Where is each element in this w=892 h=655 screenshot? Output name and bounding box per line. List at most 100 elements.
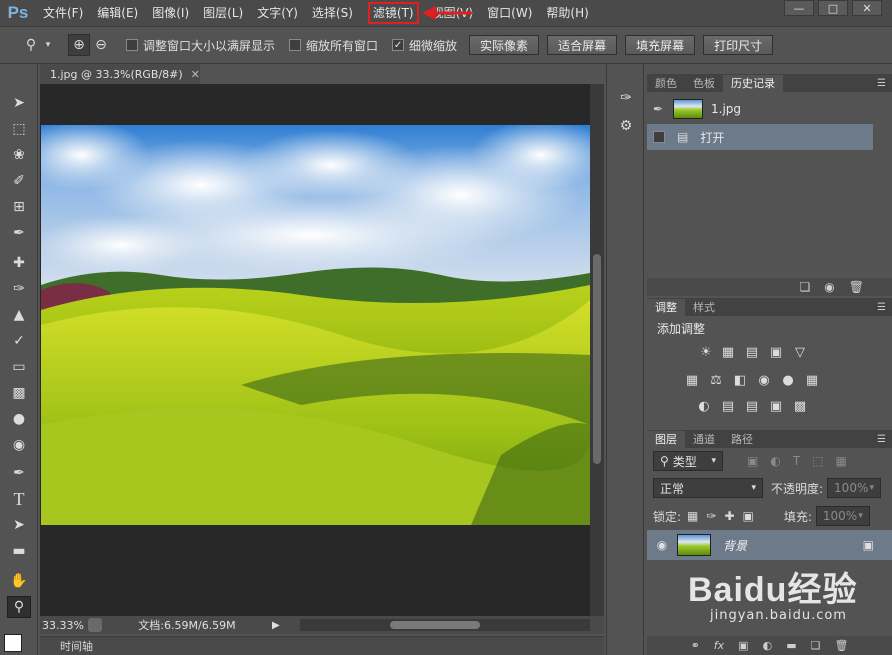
tab-history[interactable]: 历史记录 — [723, 75, 783, 92]
eraser-tool-icon[interactable]: ▭ — [7, 356, 31, 378]
mask-icon[interactable]: ▣ — [738, 639, 748, 652]
folder-icon[interactable]: ▬ — [786, 639, 796, 652]
history-snapshot[interactable]: ✒ 1.jpg — [647, 96, 873, 122]
invert-icon[interactable]: ◐ — [695, 398, 713, 414]
layer-row[interactable]: ◉ 背景 ▣ — [647, 530, 892, 560]
zoom-all-checkbox[interactable]: 缩放所有窗口 — [289, 37, 378, 54]
color-balance-icon[interactable]: ⚖ — [707, 372, 725, 388]
fill-screen-button[interactable]: 填充屏幕 — [625, 35, 696, 55]
zoom-in-icon[interactable]: ⊕ — [68, 34, 90, 56]
exposure-icon[interactable]: ▣ — [767, 344, 785, 360]
curves-icon[interactable]: ▤ — [743, 344, 761, 360]
type-tool-icon[interactable]: T — [7, 488, 31, 510]
zoom-tool-icon[interactable]: ⚲ — [7, 596, 31, 618]
chevron-down-icon[interactable]: ▾ — [42, 34, 54, 56]
panel-menu-icon[interactable]: ☰ — [877, 299, 892, 316]
brush-source-icon[interactable]: ✒ — [653, 102, 673, 116]
lasso-tool-icon[interactable]: ❀ — [7, 144, 31, 166]
photo-filter-icon[interactable]: ◉ — [755, 372, 773, 388]
lock-position-icon[interactable]: ✚ — [724, 509, 734, 523]
zoom-level[interactable]: 33.33% — [40, 619, 88, 632]
posterize-icon[interactable]: ▤ — [719, 398, 737, 414]
hand-tool-icon[interactable]: ✋ — [7, 570, 31, 592]
quick-select-tool-icon[interactable]: ✐ — [7, 170, 31, 192]
tab-color[interactable]: 颜色 — [647, 75, 685, 92]
gradient-tool-icon[interactable]: ▩ — [7, 382, 31, 404]
lock-transparent-icon[interactable]: ▦ — [687, 509, 698, 523]
lock-pixels-icon[interactable]: ✑ — [706, 509, 716, 523]
tab-channels[interactable]: 通道 — [685, 431, 723, 448]
scrollbar-thumb[interactable] — [593, 254, 601, 464]
pen-tool-icon[interactable]: ✒ — [7, 462, 31, 484]
menu-filter[interactable]: 滤镜(T) — [366, 0, 421, 26]
checkbox-box[interactable] — [126, 39, 138, 51]
move-tool-icon[interactable]: ➤ — [7, 92, 31, 114]
vertical-scrollbar[interactable] — [590, 84, 604, 616]
vibrance-icon[interactable]: ▽ — [791, 344, 809, 360]
menu-file[interactable]: 文件(F) — [36, 0, 90, 26]
selective-color-icon[interactable]: ▣ — [767, 398, 785, 414]
tab-layers[interactable]: 图层 — [647, 431, 685, 448]
channel-mixer-icon[interactable]: ● — [779, 372, 797, 388]
fx-icon[interactable]: fx — [714, 639, 724, 652]
filter-smart-icon[interactable]: ▦ — [836, 454, 847, 468]
timeline-panel-tab[interactable]: 时间轴 — [40, 636, 604, 655]
menu-help[interactable]: 帮助(H) — [539, 0, 595, 26]
status-menu-arrow-icon[interactable]: ▶ — [272, 620, 280, 631]
filter-pixel-icon[interactable]: ▣ — [747, 454, 758, 468]
hue-saturation-icon[interactable]: ▦ — [683, 372, 701, 388]
eye-icon[interactable]: ◉ — [647, 538, 677, 552]
zoom-out-icon[interactable]: ⊖ — [90, 34, 112, 56]
opacity-field[interactable]: 100% ▾ — [827, 478, 882, 498]
black-white-icon[interactable]: ◧ — [731, 372, 749, 388]
checkbox-box[interactable] — [289, 39, 302, 51]
document-tab[interactable]: 1.jpg @ 33.3%(RGB/8#) ✕ — [40, 64, 200, 84]
status-icon[interactable] — [88, 618, 102, 632]
history-state[interactable]: ▤ 打开 — [647, 124, 873, 150]
foreground-color-swatch[interactable] — [4, 634, 22, 652]
path-select-tool-icon[interactable]: ➤ — [7, 514, 31, 536]
print-size-button[interactable]: 打印尺寸 — [703, 35, 774, 55]
menu-layer[interactable]: 图层(L) — [196, 0, 250, 26]
layer-filter-dropdown[interactable]: ⚲ 类型 ▾ — [653, 451, 723, 471]
filter-adjust-icon[interactable]: ◐ — [770, 454, 780, 468]
close-icon[interactable]: ✕ — [191, 68, 200, 81]
lock-all-icon[interactable]: ▣ — [743, 509, 754, 523]
brush-settings-icon[interactable]: ⚙ — [616, 116, 636, 136]
new-document-icon[interactable]: ❏ — [800, 280, 811, 294]
close-button[interactable]: ✕ — [852, 0, 882, 16]
marquee-tool-icon[interactable]: ⬚ — [7, 118, 31, 140]
blur-tool-icon[interactable]: ● — [7, 408, 31, 430]
fill-field[interactable]: 100% ▾ — [815, 506, 870, 526]
threshold-icon[interactable]: ▤ — [743, 398, 761, 414]
actual-pixels-button[interactable]: 实际像素 — [469, 35, 540, 55]
menu-window[interactable]: 窗口(W) — [480, 0, 539, 26]
camera-icon[interactable]: ◉ — [824, 280, 834, 294]
filter-shape-icon[interactable]: ⬚ — [812, 454, 823, 468]
eyedropper-tool-icon[interactable]: ✒ — [7, 222, 31, 244]
tab-swatches[interactable]: 色板 — [685, 75, 723, 92]
crop-tool-icon[interactable]: ⊞ — [7, 196, 31, 218]
horizontal-scrollbar[interactable] — [300, 619, 590, 631]
minimize-button[interactable]: — — [784, 0, 814, 16]
brush-preset-icon[interactable]: ✑ — [616, 88, 636, 108]
panel-menu-icon[interactable]: ☰ — [877, 75, 892, 92]
checkmark-icon[interactable]: ✓ — [392, 39, 405, 51]
gradient-map-icon[interactable]: ▩ — [791, 398, 809, 414]
filter-type-icon[interactable]: T — [793, 454, 800, 468]
trash-icon[interactable]: 🗑 — [834, 639, 848, 652]
layer-name[interactable]: 背景 — [723, 537, 747, 554]
menu-select[interactable]: 选择(S) — [305, 0, 360, 26]
scrollbar-thumb[interactable] — [390, 621, 480, 629]
resize-windows-checkbox[interactable]: 调整窗口大小以满屏显示 — [126, 37, 275, 54]
brush-tool-icon[interactable]: ✑ — [7, 278, 31, 300]
maximize-button[interactable]: □ — [818, 0, 848, 16]
menu-edit[interactable]: 编辑(E) — [90, 0, 145, 26]
rectangle-tool-icon[interactable]: ▬ — [7, 540, 31, 562]
dodge-tool-icon[interactable]: ◉ — [7, 434, 31, 456]
zoom-tool-icon[interactable]: ⚲ — [20, 34, 42, 56]
menu-type[interactable]: 文字(Y) — [250, 0, 305, 26]
link-icon[interactable]: ⚭ — [691, 639, 700, 652]
checkbox-box[interactable] — [653, 131, 665, 143]
clone-stamp-tool-icon[interactable]: ▲ — [7, 304, 31, 326]
